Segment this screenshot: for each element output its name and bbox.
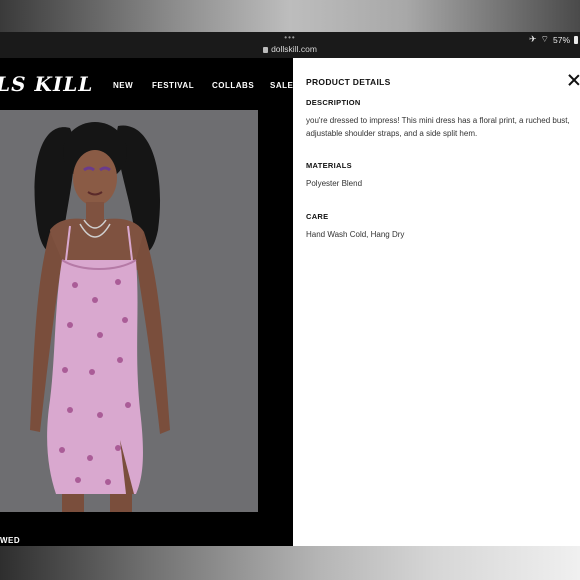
- photo-frame-top: [0, 0, 580, 32]
- nav-festival[interactable]: FESTIVAL: [152, 81, 194, 90]
- care-text: Hand Wash Cold, Hang Dry: [306, 230, 405, 239]
- care-heading: CARE: [306, 212, 329, 221]
- multitask-dots[interactable]: •••: [0, 33, 580, 42]
- product-image[interactable]: [0, 110, 258, 512]
- nav-sale[interactable]: SALE: [270, 81, 293, 90]
- battery-percent: 57%: [552, 34, 570, 45]
- section-label-partial: WED: [0, 536, 21, 545]
- description-heading: DESCRIPTION: [306, 98, 361, 107]
- description-text: you're dressed to impress! This mini dre…: [306, 116, 570, 138]
- close-icon[interactable]: [567, 73, 580, 87]
- model-illustration: [0, 110, 258, 512]
- status-bar: ••• dollskill.com ✈ ⌔ 57%: [0, 32, 580, 58]
- photo-frame-bottom: [0, 546, 580, 580]
- lock-icon: [263, 47, 269, 53]
- product-details-panel: PRODUCT DETAILS DESCRIPTION you're dress…: [293, 58, 580, 546]
- nav-collabs[interactable]: COLLABS: [212, 81, 254, 90]
- panel-title: PRODUCT DETAILS: [306, 77, 391, 87]
- battery-icon: [574, 35, 578, 44]
- url-text: dollskill.com: [271, 44, 317, 54]
- wifi-icon: ⌔: [540, 34, 549, 44]
- nav-new[interactable]: NEW: [113, 81, 133, 90]
- materials-heading: MATERIALS: [306, 161, 352, 170]
- address-bar[interactable]: dollskill.com: [0, 44, 580, 54]
- materials-text: Polyester Blend: [306, 179, 363, 188]
- site-logo[interactable]: LS KILL: [0, 72, 93, 96]
- airplane-icon: ✈: [528, 34, 537, 44]
- status-indicators: ✈ ⌔ 57%: [529, 34, 578, 45]
- site-header: LS KILL NEW FESTIVAL COLLABS SALE: [0, 58, 300, 111]
- website: LS KILL NEW FESTIVAL COLLABS SALE WED PR…: [0, 58, 580, 546]
- image-gutter: [258, 110, 293, 546]
